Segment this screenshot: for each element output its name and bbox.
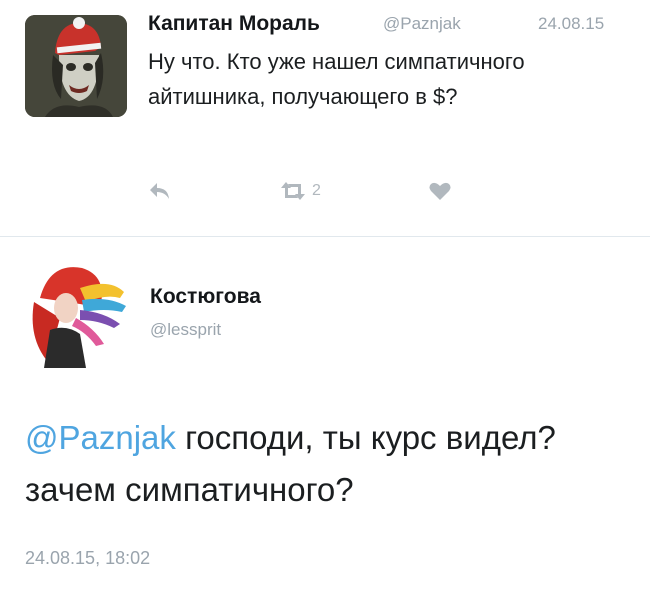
retweet-icon: [281, 182, 305, 200]
author-handle[interactable]: @Paznjak: [383, 14, 461, 34]
like-button[interactable]: [428, 180, 452, 202]
retweet-count: 2: [312, 182, 321, 199]
tweet-date[interactable]: 24.08.15: [538, 14, 604, 34]
author-handle[interactable]: @lessprit: [150, 320, 221, 340]
tweet-text: @Paznjak господи, ты курс видел? зачем с…: [25, 412, 645, 516]
avatar-image: [25, 15, 127, 117]
tweet-timestamp[interactable]: 24.08.15, 18:02: [25, 548, 150, 569]
author-name[interactable]: Капитан Мораль: [148, 12, 320, 36]
author-name[interactable]: Костюгова: [150, 285, 261, 309]
avatar[interactable]: [25, 15, 127, 117]
tweet-text: Ну что. Кто уже нашел симпатичного айтиш…: [148, 49, 525, 109]
avatar[interactable]: [20, 258, 130, 368]
mention-link[interactable]: @Paznjak: [25, 419, 176, 456]
retweet-button[interactable]: 2: [278, 180, 321, 202]
reply-button[interactable]: [148, 180, 172, 202]
heart-icon: [429, 182, 451, 200]
avatar-image: [20, 258, 130, 368]
tweet-card-1: Капитан Мораль @Paznjak 24.08.15 Ну что.…: [0, 0, 650, 238]
tweet-actions: 2: [148, 180, 568, 210]
divider: [0, 236, 650, 237]
reply-icon: [150, 183, 169, 199]
